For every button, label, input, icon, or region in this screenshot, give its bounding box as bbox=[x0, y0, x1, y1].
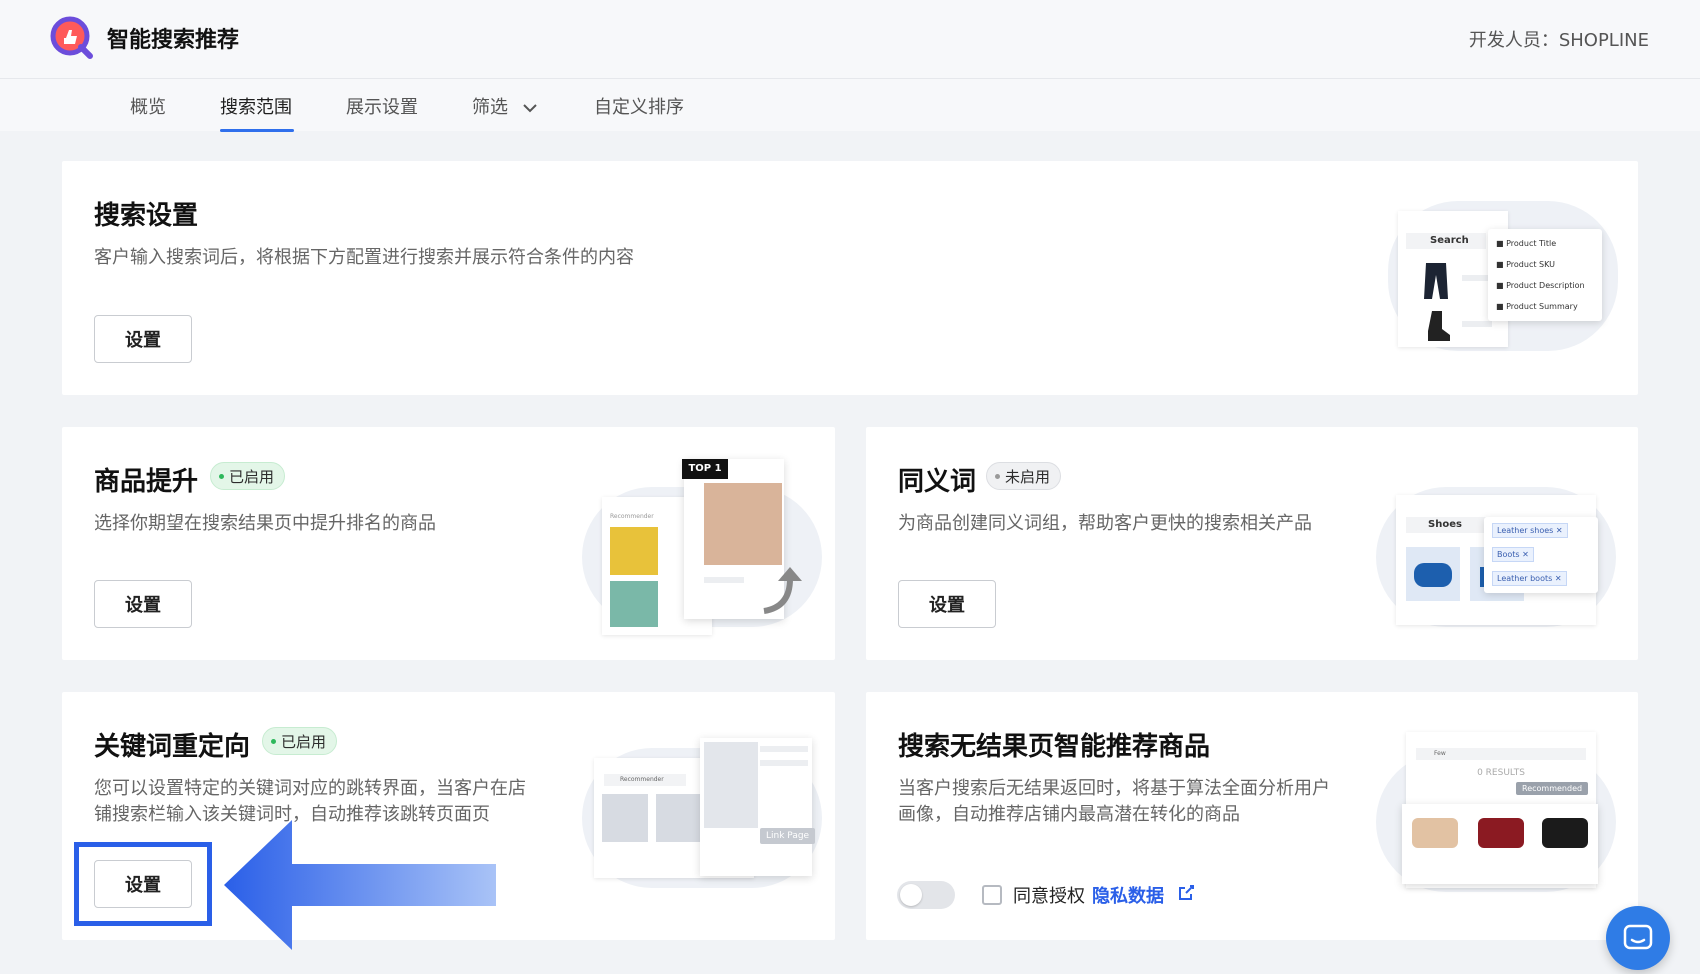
product-boost-card: 商品提升 已启用 选择你期望在搜索结果页中提升排名的商品 设置 Recommen… bbox=[62, 427, 835, 660]
illus-option-sku: ■ Product SKU bbox=[1496, 260, 1555, 269]
synonyms-illustration: Shoes Leather shoes ✕ Boots ✕ Leather bo… bbox=[1376, 457, 1616, 637]
recommended-label: Recommended bbox=[1516, 782, 1589, 795]
arrow-up-icon bbox=[763, 567, 802, 614]
keyword-redirect-desc-line1: 您可以设置特定的关键词对应的跳转界面，当客户在店 bbox=[94, 778, 526, 799]
bag-black bbox=[1542, 818, 1588, 848]
zero-results-label: 0 RESULTS bbox=[1477, 768, 1525, 778]
illus-option-description: ■ Product Description bbox=[1496, 281, 1585, 290]
search-settings-desc: 客户输入搜索词后，将根据下方配置进行搜索并展示符合条件的内容 bbox=[94, 247, 634, 268]
tab-custom-sort[interactable]: 自定义排序 bbox=[594, 93, 684, 119]
search-settings-button[interactable]: 设置 bbox=[94, 315, 192, 363]
illus-product-model bbox=[704, 483, 782, 565]
synonyms-card: 同义词 未启用 为商品创建同义词组，帮助客户更快的搜索相关产品 设置 Shoes… bbox=[866, 427, 1638, 660]
synonyms-desc: 为商品创建同义词组，帮助客户更快的搜索相关产品 bbox=[898, 513, 1312, 534]
product-boost-title: 商品提升 bbox=[94, 467, 199, 497]
no-results-toggle[interactable] bbox=[897, 881, 955, 909]
top-1-label: TOP 1 bbox=[682, 459, 728, 479]
tab-search-scope[interactable]: 搜索范围 bbox=[220, 93, 292, 119]
illus-search-bar: Shoes bbox=[1406, 517, 1486, 533]
chevron-down-icon bbox=[523, 104, 537, 113]
external-link-icon[interactable] bbox=[1176, 883, 1196, 903]
active-tab-indicator bbox=[220, 129, 294, 132]
no-results-title: 搜索无结果页智能推荐商品 bbox=[898, 732, 1211, 762]
illus-product-pants bbox=[610, 527, 658, 575]
no-results-illustration: Few 0 RESULTS Recommended bbox=[1376, 732, 1616, 902]
app-title: 智能搜索推荐 bbox=[107, 28, 240, 53]
arrow-left-icon bbox=[224, 820, 496, 950]
status-badge-enabled: 已启用 bbox=[262, 727, 338, 755]
no-results-desc-line1: 当客户搜索后无结果返回时，将基于算法全面分析用户 bbox=[898, 778, 1330, 799]
bag-beige bbox=[1412, 818, 1458, 848]
search-settings-title: 搜索设置 bbox=[94, 201, 199, 231]
highlight-box bbox=[74, 842, 212, 926]
bag-red bbox=[1478, 818, 1524, 848]
illus-search-bar: Search bbox=[1406, 233, 1486, 249]
illus-product-top bbox=[610, 581, 658, 627]
no-results-desc-line2: 画像，自动推荐店铺内最高潜在转化的商品 bbox=[898, 804, 1240, 825]
privacy-data-link[interactable]: 隐私数据 bbox=[1092, 882, 1164, 908]
chat-icon bbox=[1623, 924, 1653, 950]
synonym-tag: Leather boots ✕ bbox=[1492, 571, 1567, 586]
product-boost-button[interactable]: 设置 bbox=[94, 580, 192, 628]
link-page-label: Link Page bbox=[760, 828, 816, 844]
app-logo-icon bbox=[50, 16, 93, 59]
search-settings-illustration: Search ■ Product Title ■ Product SKU ■ P… bbox=[1388, 201, 1618, 351]
top-bar: 智能搜索推荐 开发人员：SHOPLINE bbox=[0, 0, 1700, 79]
synonyms-button[interactable]: 设置 bbox=[898, 580, 996, 628]
search-settings-card: 搜索设置 客户输入搜索词后，将根据下方配置进行搜索并展示符合条件的内容 设置 S… bbox=[62, 161, 1638, 395]
synonym-tag: Leather shoes ✕ bbox=[1492, 523, 1568, 538]
tab-filter-label: 筛选 bbox=[472, 97, 508, 118]
consent-checkbox[interactable] bbox=[982, 885, 1002, 905]
product-boost-illustration: Recommender TOP 1 bbox=[582, 457, 822, 637]
tab-bar: 概览 搜索范围 展示设置 筛选 自定义排序 bbox=[0, 79, 1700, 132]
consent-label: 同意授权 bbox=[1013, 886, 1085, 907]
chat-button[interactable] bbox=[1606, 906, 1670, 970]
status-badge-enabled: 已启用 bbox=[210, 462, 286, 490]
boot-icon bbox=[1428, 311, 1450, 341]
product-boost-desc: 选择你期望在搜索结果页中提升排名的商品 bbox=[94, 513, 436, 534]
illus-option-summary: ■ Product Summary bbox=[1496, 302, 1578, 311]
tab-overview[interactable]: 概览 bbox=[130, 93, 166, 119]
synonyms-title: 同义词 bbox=[898, 467, 977, 497]
keyword-redirect-title: 关键词重定向 bbox=[94, 732, 251, 762]
synonym-tag: Boots ✕ bbox=[1492, 547, 1534, 562]
developer-label: 开发人员：SHOPLINE bbox=[1468, 30, 1649, 51]
status-badge-disabled: 未启用 bbox=[986, 462, 1062, 490]
keyword-redirect-illustration: Recommender Link Page bbox=[582, 732, 822, 902]
pants-icon bbox=[1424, 263, 1448, 299]
tab-filter[interactable]: 筛选 bbox=[472, 93, 538, 119]
illus-option-title: ■ Product Title bbox=[1496, 239, 1557, 248]
tab-display-settings[interactable]: 展示设置 bbox=[346, 93, 418, 119]
